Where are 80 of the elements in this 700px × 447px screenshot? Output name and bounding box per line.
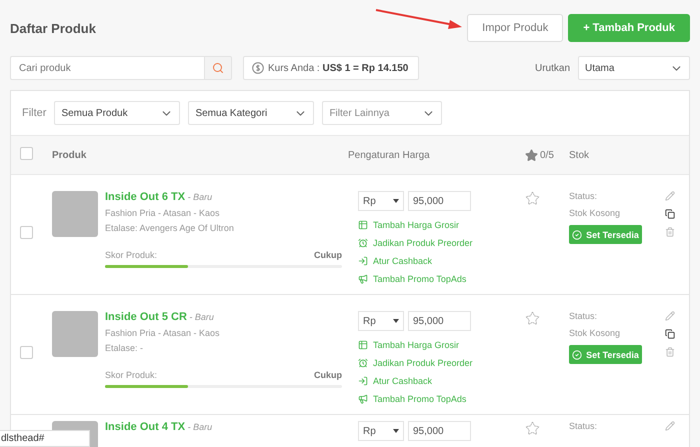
delete-icon[interactable] (665, 347, 675, 357)
action-link[interactable]: Jadikan Produk Preorder (358, 356, 525, 369)
status-value: Stok Kosong (569, 328, 622, 338)
search-field[interactable]: Cari produk (10, 56, 204, 80)
product-name-link[interactable]: Inside Out 6 TX - Baru (105, 191, 342, 203)
status-value: Stok Kosong (569, 208, 622, 218)
product-category: Fashion Pria - Atasan - Kaos (105, 328, 221, 338)
star-outline-icon[interactable] (525, 191, 540, 206)
product-etalase: Etalase: Avengers Age Of Ultron (105, 223, 235, 233)
wholesale-icon (358, 340, 368, 350)
star-outline-icon[interactable] (525, 421, 540, 436)
cashback-icon (358, 376, 368, 386)
sort-dropdown[interactable]: Utama (578, 56, 690, 80)
score-label: Skor Produk: (105, 250, 158, 260)
action-link[interactable]: Jadikan Produk Preorder (358, 236, 525, 249)
preorder-icon (358, 358, 368, 368)
score-label: Skor Produk: (105, 370, 158, 380)
set-available-button[interactable]: Set Tersedia (569, 345, 642, 364)
cashback-icon (358, 256, 368, 266)
sort-label: Urutkan (534, 62, 570, 74)
price-field[interactable]: 95,000 (408, 421, 471, 441)
score-value: Cukup (314, 370, 342, 380)
filter-label: Filter (22, 107, 46, 119)
page-title: Daftar Produk (10, 20, 96, 36)
currency-dropdown[interactable]: Kurs Anda : US$ 1 = Rp 14.150 (243, 56, 419, 80)
product-name-link[interactable]: Inside Out 5 CR - Baru (105, 311, 342, 323)
action-link[interactable]: Tambah Harga Grosir (358, 338, 525, 351)
action-link[interactable]: Atur Cashback (358, 374, 525, 387)
wholesale-icon (358, 220, 368, 230)
import-button[interactable]: Impor Produk (467, 14, 564, 42)
filter-dropdown[interactable]: Semua Kategori (188, 101, 314, 125)
caret-icon (393, 429, 399, 433)
check-circle-icon (572, 350, 582, 360)
edit-icon[interactable] (665, 191, 675, 201)
status-label: Status: (569, 311, 598, 321)
currency-select[interactable]: Rp (358, 311, 404, 331)
action-link[interactable]: Tambah Harga Grosir (358, 218, 525, 231)
edit-icon[interactable] (665, 311, 675, 321)
check-circle-icon (572, 230, 582, 240)
column-header: Stok (569, 150, 590, 160)
row-checkbox[interactable] (20, 346, 33, 359)
photo-placeholder (52, 311, 98, 357)
product-etalase: Etalase: - (105, 343, 144, 353)
edit-icon[interactable] (665, 421, 675, 431)
copy-icon[interactable] (665, 329, 675, 339)
filter-dropdown[interactable]: Semua Produk (54, 101, 180, 125)
select-all-checkbox[interactable] (20, 147, 33, 160)
promo-icon (358, 274, 368, 284)
status-label: Status: (569, 191, 598, 201)
action-link[interactable]: Tambah Promo TopAds (358, 392, 525, 405)
delete-icon[interactable] (665, 227, 675, 237)
action-link[interactable]: Atur Cashback (358, 254, 525, 267)
status-label: Status: (569, 421, 598, 431)
product-name-link[interactable]: Inside Out 4 TX - Baru (105, 421, 342, 433)
price-field[interactable]: 95,000 (408, 191, 471, 211)
score-value: Cukup (314, 250, 342, 260)
column-header: Produk (52, 150, 88, 160)
filter-dropdown[interactable]: Filter Lainnya (322, 101, 442, 125)
add-product-button[interactable]: + Tambah Produk (568, 14, 690, 42)
caret-icon (393, 199, 399, 203)
promo-icon (358, 394, 368, 404)
dollar-coin-icon (252, 62, 264, 74)
preorder-icon (358, 238, 368, 248)
column-header: Pengaturan Harga (348, 150, 431, 160)
currency-select[interactable]: Rp (358, 191, 404, 211)
photo-placeholder (52, 191, 98, 237)
rating-header: 0/5 (525, 148, 569, 162)
status-bar-url: dlsthead# (0, 430, 90, 447)
copy-icon[interactable] (665, 209, 675, 219)
set-available-button[interactable]: Set Tersedia (569, 225, 642, 244)
action-link[interactable]: Tambah Promo TopAds (358, 272, 525, 285)
star-icon (525, 148, 538, 162)
star-outline-icon[interactable] (525, 311, 540, 326)
currency-select[interactable]: Rp (358, 421, 404, 441)
row-checkbox[interactable] (20, 226, 33, 239)
search-icon (212, 62, 224, 74)
product-category: Fashion Pria - Atasan - Kaos (105, 208, 221, 218)
caret-icon (393, 319, 399, 323)
search-button[interactable] (204, 56, 232, 80)
price-field[interactable]: 95,000 (408, 311, 471, 331)
